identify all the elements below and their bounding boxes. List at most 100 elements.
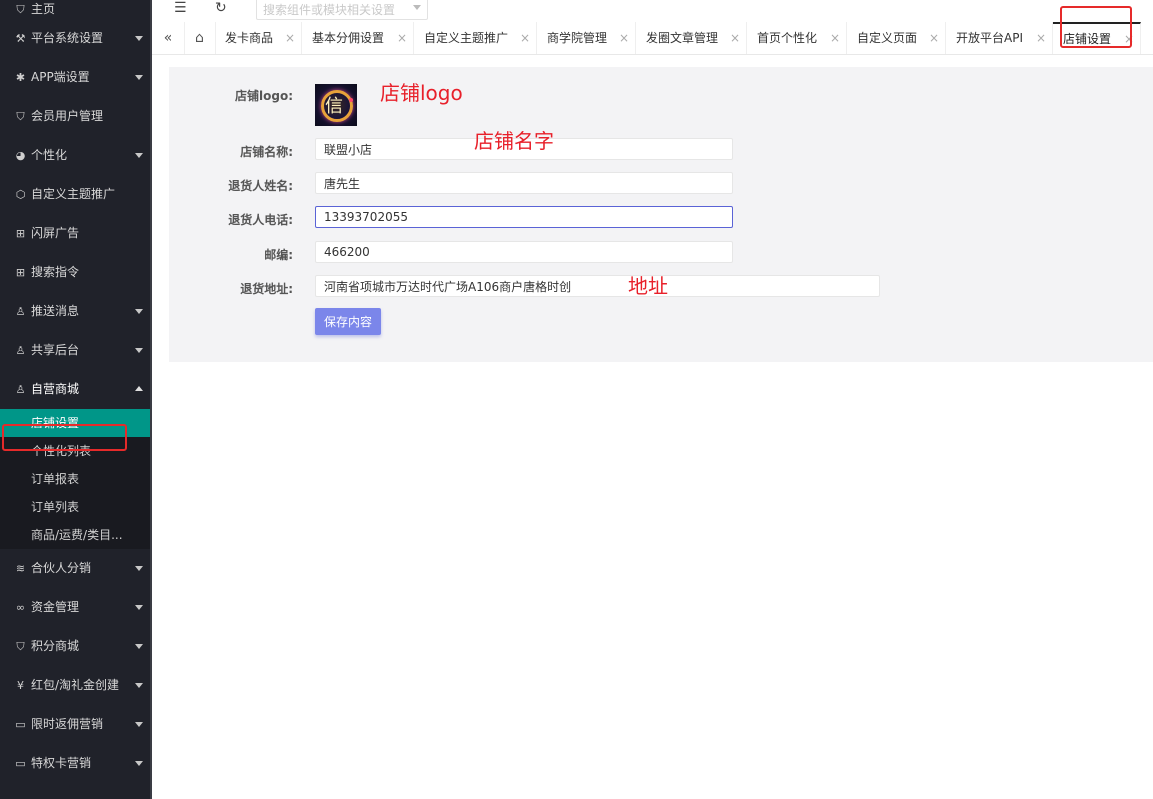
sidebar-item-privilege-card[interactable]: ▭ 特权卡营销 <box>0 744 152 783</box>
sidebar-item-label: 积分商城 <box>31 639 80 653</box>
tab-label: 发卡商品 <box>225 31 274 45</box>
sidebar-item-custom-theme[interactable]: ⬡ 自定义主题推广 <box>0 175 152 214</box>
zip-code-input[interactable] <box>315 241 733 263</box>
shield-check-icon: ⛉ <box>16 3 25 16</box>
sidebar-subitem-store-settings[interactable]: 店铺设置 <box>0 409 152 437</box>
tab-circle-articles[interactable]: 发圈文章管理 × <box>636 22 747 54</box>
annotation-address: 地址 <box>628 274 668 298</box>
close-icon[interactable]: × <box>1124 24 1134 54</box>
user-icon: ♙ <box>15 383 26 396</box>
sidebar-item-label: 闪屏广告 <box>31 226 80 240</box>
grid-icon: ⊞ <box>15 266 26 279</box>
tabs-scroll-left-icon[interactable]: « <box>152 22 185 54</box>
tab-label: 首页个性化 <box>757 31 818 45</box>
link-icon: ∞ <box>15 601 26 614</box>
tab-card-goods[interactable]: 发卡商品 × <box>215 22 302 54</box>
store-logo-image[interactable]: 信 <box>315 84 357 126</box>
shield-check-icon: ⛉ <box>16 640 25 653</box>
return-address-input[interactable] <box>315 275 880 297</box>
return-contact-label: 退货人姓名: <box>228 179 293 193</box>
sidebar-item-funds[interactable]: ∞ 资金管理 <box>0 588 152 627</box>
sidebar-item-red-packet[interactable]: ¥ 红包/淘礼金创建 <box>0 666 152 705</box>
sidebar-item-shared-backend[interactable]: ♙ 共享后台 <box>0 331 152 370</box>
sidebar-item-splash-ads[interactable]: ⊞ 闪屏广告 <box>0 214 152 253</box>
close-icon[interactable]: × <box>285 22 295 54</box>
sidebar-item-label: 会员用户管理 <box>31 109 104 123</box>
sidebar-item-points-mall[interactable]: ⛉ 积分商城 <box>0 627 152 666</box>
tab-open-platform-api[interactable]: 开放平台API × <box>946 22 1053 54</box>
sidebar-item-self-mall[interactable]: ♙ 自营商城 <box>0 370 152 409</box>
sidebar-item-partner-distribution[interactable]: ≋ 合伙人分销 <box>0 549 152 588</box>
sidebar-item-limited-commission[interactable]: ▭ 限时返佣营销 <box>0 705 152 744</box>
sidebar-item-label: APP端设置 <box>31 70 90 84</box>
sidebar: ⛉ 主页 ⚒ 平台系统设置 ✱ APP端设置 ⛉ 会员用户管理 ◕ 个性化 ⬡ 自定义主题推… <box>0 0 152 799</box>
return-phone-input[interactable] <box>315 206 733 228</box>
sidebar-item-home[interactable]: ⛉ 主页 <box>0 0 152 19</box>
chevron-down-icon <box>135 153 143 158</box>
return-contact-input[interactable] <box>315 172 733 194</box>
tab-label: 开放平台API <box>956 31 1023 45</box>
chevron-down-icon <box>135 644 143 649</box>
sidebar-subitem-order-report[interactable]: 订单报表 <box>0 465 152 493</box>
search-select[interactable] <box>256 0 428 22</box>
sidebar-item-search-commands[interactable]: ⊞ 搜索指令 <box>0 253 152 292</box>
sidebar-item-platform-settings[interactable]: ⚒ 平台系统设置 <box>0 19 152 58</box>
tab-label: 基本分佣设置 <box>312 31 385 45</box>
sidebar-item-app-settings[interactable]: ✱ APP端设置 <box>0 58 152 97</box>
sidebar-item-label: 限时返佣营销 <box>31 717 104 731</box>
menu-toggle-icon[interactable]: ☰ <box>174 0 187 18</box>
tab-custom-theme[interactable]: 自定义主题推广 × <box>414 22 537 54</box>
sidebar-item-push-messages[interactable]: ♙ 推送消息 <box>0 292 152 331</box>
sidebar-subitem-goods-freight[interactable]: 商品/运费/类目... <box>0 521 152 549</box>
tools-icon: ⚒ <box>15 32 26 45</box>
refresh-icon[interactable]: ↻ <box>215 0 227 18</box>
search-input[interactable] <box>257 0 415 22</box>
tab-custom-page[interactable]: 自定义页面 × <box>847 22 946 54</box>
close-icon[interactable]: × <box>397 22 407 54</box>
sidebar-item-personalize[interactable]: ◕ 个性化 <box>0 136 152 175</box>
sidebar-subitem-order-list[interactable]: 订单列表 <box>0 493 152 521</box>
save-button[interactable]: 保存内容 <box>315 308 381 335</box>
sidebar-item-label: 主页 <box>31 2 56 16</box>
tab-label: 商学院管理 <box>547 31 608 45</box>
sidebar-item-label: 平台系统设置 <box>31 31 104 45</box>
card-icon: ▭ <box>15 757 26 770</box>
sidebar-item-label: 自营商城 <box>31 382 80 396</box>
cube-icon: ⬡ <box>15 188 26 201</box>
close-icon[interactable]: × <box>520 22 530 54</box>
tab-label: 自定义页面 <box>857 31 918 45</box>
yen-icon: ¥ <box>17 679 24 692</box>
chevron-down-icon <box>135 761 143 766</box>
sidebar-item-label: 资金管理 <box>31 600 80 614</box>
sidebar-item-label: 共享后台 <box>31 343 80 357</box>
chevron-down-icon <box>135 36 143 41</box>
sidebar-scrollbar[interactable] <box>150 0 152 799</box>
grid-icon: ⊞ <box>15 227 26 240</box>
chevron-up-icon <box>135 386 143 391</box>
close-icon[interactable]: × <box>619 22 629 54</box>
tab-home-personalize[interactable]: 首页个性化 × <box>747 22 847 54</box>
chevron-down-icon <box>135 309 143 314</box>
sidebar-subitem-personalize-list[interactable]: 个性化列表 <box>0 437 152 465</box>
sidebar-item-members[interactable]: ⛉ 会员用户管理 <box>0 97 152 136</box>
tab-commission-settings[interactable]: 基本分佣设置 × <box>302 22 414 54</box>
shield-check-icon: ⛉ <box>16 110 25 123</box>
chevron-down-icon <box>135 722 143 727</box>
card-icon: ▭ <box>15 718 26 731</box>
chevron-down-icon <box>135 605 143 610</box>
return-address-label: 退货地址: <box>240 282 293 296</box>
tab-business-school[interactable]: 商学院管理 × <box>537 22 636 54</box>
sidebar-item-label: 合伙人分销 <box>31 561 92 575</box>
annotation-name: 店铺名字 <box>474 129 554 153</box>
home-icon[interactable]: ⌂ <box>184 22 216 54</box>
logo-glyph: 信 <box>325 96 343 117</box>
close-icon[interactable]: × <box>730 22 740 54</box>
sidebar-item-label: 推送消息 <box>31 304 80 318</box>
close-icon[interactable]: × <box>929 22 939 54</box>
chevron-down-icon <box>135 683 143 688</box>
tab-store-settings[interactable]: 店铺设置 × <box>1053 22 1141 54</box>
close-icon[interactable]: × <box>830 22 840 54</box>
sidebar-item-label: 红包/淘礼金创建 <box>31 678 120 692</box>
return-phone-label: 退货人电话: <box>228 213 293 227</box>
close-icon[interactable]: × <box>1036 22 1046 54</box>
